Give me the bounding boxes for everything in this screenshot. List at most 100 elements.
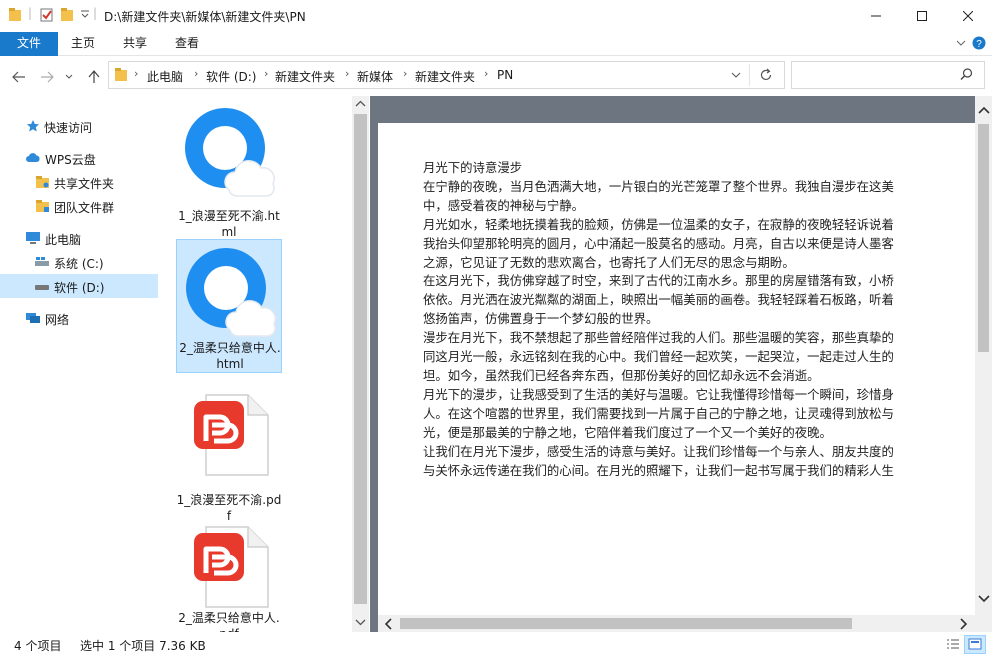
preview-horizontal-scrollbar[interactable] xyxy=(378,615,975,632)
chevron-right-icon[interactable]: › xyxy=(264,67,268,80)
address-bar[interactable]: › 此电脑 › 软件 (D:) › 新建文件夹 › 新媒体 › 新建文件夹 › … xyxy=(108,61,785,89)
details-view-icon[interactable] xyxy=(946,637,960,651)
new-folder-icon[interactable] xyxy=(60,7,74,23)
preview-line: 人。在这个喧嚣的世界里，我们需要找到一片属于自己的宁静之地，让灵魂得到放松与 xyxy=(423,405,894,421)
pdf-icon xyxy=(176,516,282,620)
preview-line: 光，便是那最美的宁静之地，它陪伴着我们度过了一个又一个美好的夜晚。 xyxy=(423,424,832,440)
window-title: D:\新建文件夹\新媒体\新建文件夹\PN xyxy=(104,10,306,24)
breadcrumb-pn[interactable]: PN xyxy=(497,68,513,82)
properties-checkbox-icon[interactable] xyxy=(40,7,54,23)
file-name: 1_浪漫至死不渝.html xyxy=(178,209,280,239)
nav-item-team-folder[interactable]: 团队文件群 xyxy=(0,194,158,218)
divider: | xyxy=(93,6,98,20)
preview-line: 中，感受着夜的神秘与宁静。 xyxy=(423,197,585,213)
address-dropdown-icon[interactable] xyxy=(731,71,741,79)
recent-locations-button[interactable] xyxy=(62,66,76,88)
scrollbar-corner xyxy=(975,615,992,632)
nav-item-label: 共享文件夹 xyxy=(54,177,115,191)
search-input[interactable] xyxy=(791,61,985,89)
nav-item-network[interactable]: 网络 xyxy=(0,306,158,330)
folder-icon xyxy=(114,67,128,83)
tab-share[interactable]: 共享 xyxy=(114,32,156,56)
preview-line: 悠扬笛声，仿佛置身于一个梦幻般的世界。 xyxy=(423,311,659,327)
tab-view[interactable]: 查看 xyxy=(166,32,208,56)
preview-title: 月光下的诗意漫步 xyxy=(423,160,523,175)
star-icon xyxy=(26,119,40,133)
svg-text:?: ? xyxy=(976,39,982,50)
breadcrumb-this-pc[interactable]: 此电脑 xyxy=(147,68,183,85)
preview-line: 在宁静的夜晚，当月色洒满大地，一片银白的光芒笼罩了整个世界。我独自漫步在这美 xyxy=(423,178,894,194)
preview-line: 我抬头仰望那轮明亮的圆月，心中涌起一股莫名的感动。月亮，自古以来便是诗人墨客 xyxy=(423,235,894,251)
preview-line: 月光如水，轻柔地抚摸着我的脸颊，仿佛是一位温柔的女子，在寂静的夜晚轻轻诉说着 xyxy=(423,216,894,232)
browser-html-icon xyxy=(177,240,283,344)
expand-ribbon-icon[interactable] xyxy=(955,37,967,49)
tab-home[interactable]: 主页 xyxy=(62,32,104,56)
breadcrumb-new-folder-2[interactable]: 新建文件夹 xyxy=(415,68,475,85)
file-item[interactable]: 1_浪漫至死不渝.html xyxy=(176,100,282,239)
preview-page: 月光下的诗意漫步 在宁静的夜晚，当月色洒满大地，一片银白的光芒笼罩了整个世界。我… xyxy=(378,123,975,615)
preview-pane: 月光下的诗意漫步 在宁静的夜晚，当月色洒满大地，一片银白的光芒笼罩了整个世界。我… xyxy=(370,96,992,632)
scroll-down-icon[interactable] xyxy=(978,594,990,603)
divider: | xyxy=(28,6,33,20)
quick-access-dropdown-icon[interactable] xyxy=(80,9,90,19)
search-icon[interactable] xyxy=(960,68,973,81)
up-button[interactable] xyxy=(83,66,105,88)
nav-item-drive-d[interactable]: 软件 (D:) xyxy=(0,274,158,298)
back-button[interactable] xyxy=(8,66,30,88)
breadcrumb-drive-d[interactable]: 软件 (D:) xyxy=(206,68,256,85)
minimize-button[interactable] xyxy=(853,0,899,32)
scroll-thumb[interactable] xyxy=(978,124,989,352)
file-list-scrollbar[interactable] xyxy=(352,96,369,632)
preview-line: 与关怀永远传递在我们的心间。在月光的照耀下，让我们一起书写属于我们的精彩人生 xyxy=(423,462,894,478)
breadcrumb-new-media[interactable]: 新媒体 xyxy=(357,68,393,85)
scroll-down-icon[interactable] xyxy=(355,618,366,626)
preview-vertical-scrollbar[interactable] xyxy=(975,96,992,615)
nav-item-label: 网络 xyxy=(45,313,70,327)
help-icon[interactable]: ? xyxy=(972,36,986,50)
nav-item-drive-c[interactable]: 系统 (C:) xyxy=(0,250,158,274)
file-name: 2_温柔只给意中人.html xyxy=(179,341,281,371)
ribbon-tabs: 文件 主页 共享 查看 ? xyxy=(0,32,992,56)
pdf-icon xyxy=(176,384,282,488)
nav-item-this-pc[interactable]: 此电脑 xyxy=(0,226,158,250)
scroll-thumb[interactable] xyxy=(400,618,852,629)
chevron-right-icon[interactable]: › xyxy=(134,67,138,80)
drive-icon xyxy=(34,281,50,293)
scroll-up-icon[interactable] xyxy=(355,100,366,108)
chevron-right-icon[interactable]: › xyxy=(484,67,488,80)
scroll-up-icon[interactable] xyxy=(978,106,990,115)
cloud-icon xyxy=(25,151,41,165)
folder-icon xyxy=(36,175,50,189)
scroll-right-icon[interactable] xyxy=(959,618,968,630)
scroll-left-icon[interactable] xyxy=(384,618,393,630)
file-item[interactable]: 2_温柔只给意中人.pdf xyxy=(176,516,282,632)
large-icons-view-button[interactable] xyxy=(964,635,986,654)
nav-item-quick-access[interactable]: 快速访问 xyxy=(0,114,158,138)
file-item-selected[interactable]: 2_温柔只给意中人.html xyxy=(176,239,282,373)
chevron-right-icon[interactable]: › xyxy=(194,67,198,80)
preview-line: 依依。月光洒在波光粼粼的湖面上，映照出一幅美丽的画卷。我轻轻踩着石板路，听着 xyxy=(423,292,894,308)
scroll-thumb[interactable] xyxy=(354,114,367,604)
nav-item-label: 软件 (D:) xyxy=(54,281,105,295)
folder-icon xyxy=(36,199,50,213)
refresh-icon[interactable] xyxy=(759,68,773,82)
file-name: 2_温柔只给意中人.pdf xyxy=(178,611,280,632)
chevron-right-icon[interactable]: › xyxy=(345,67,349,80)
nav-item-label: 快速访问 xyxy=(44,121,93,135)
nav-item-shared-folder[interactable]: 共享文件夹 xyxy=(0,170,158,194)
maximize-button[interactable] xyxy=(899,0,945,32)
item-count: 4 个项目 xyxy=(14,639,62,653)
close-button[interactable] xyxy=(945,0,991,32)
folder-icon xyxy=(8,7,22,23)
nav-item-wps-cloud[interactable]: WPS云盘 xyxy=(0,146,158,170)
preview-line: 之源，它见证了无数的悲欢离合，也寄托了人们无尽的思念与期盼。 xyxy=(423,254,795,270)
forward-button[interactable] xyxy=(36,66,58,88)
tab-file[interactable]: 文件 xyxy=(0,32,58,56)
breadcrumb-new-folder[interactable]: 新建文件夹 xyxy=(275,68,335,85)
status-bar: 4 个项目 选中 1 个项目 7.36 KB xyxy=(0,632,992,657)
chevron-right-icon[interactable]: › xyxy=(403,67,407,80)
nav-item-label: 系统 (C:) xyxy=(54,257,104,271)
title-bar: | | D:\新建文件夹\新媒体\新建文件夹\PN xyxy=(0,0,992,32)
navigation-pane: 快速访问 WPS云盘 共享文件夹 团队文件群 此电脑 系统 (C:) 软件 (D… xyxy=(0,96,158,632)
file-item[interactable]: 1_浪漫至死不渝.pdf xyxy=(176,384,282,523)
